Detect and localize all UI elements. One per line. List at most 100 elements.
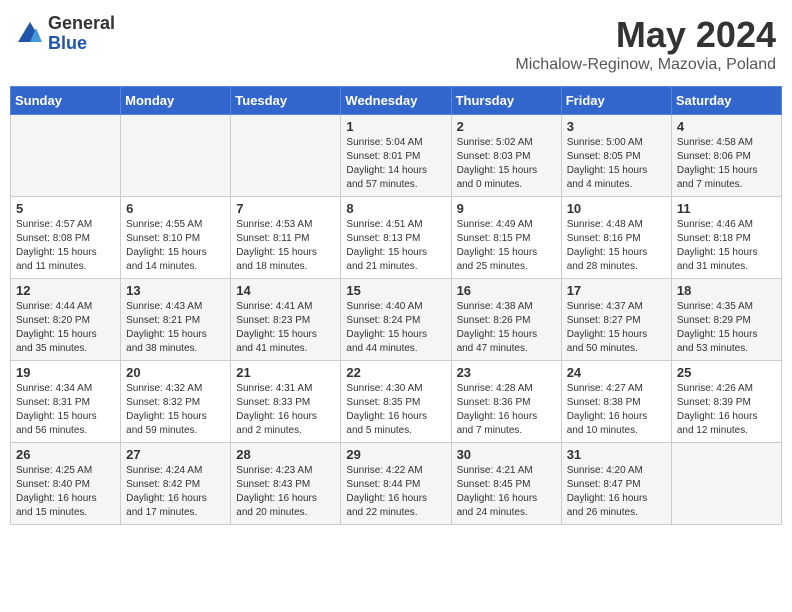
- calendar-cell: 15 Sunrise: 4:40 AM Sunset: 8:24 PM Dayli…: [341, 279, 451, 361]
- calendar-cell: [11, 115, 121, 197]
- calendar-cell: 2Sunrise: 5:02 AM Sunset: 8:03 PM Daylig…: [451, 115, 561, 197]
- day-number: 26: [16, 447, 115, 462]
- day-info: Sunrise: 4:57 AM Sunset: 8:08 PM Dayligh…: [16, 218, 115, 274]
- calendar-week-row: 1Sunrise: 5:04 AM Sunset: 8:01 PM Daylig…: [11, 115, 782, 197]
- calendar-week-row: 5 Sunrise: 4:57 AM Sunset: 8:08 PM Daylig…: [11, 197, 782, 279]
- calendar-cell: 5 Sunrise: 4:57 AM Sunset: 8:08 PM Daylig…: [11, 197, 121, 279]
- day-info: Sunrise: 4:51 AM Sunset: 8:13 PM Dayligh…: [346, 218, 445, 274]
- day-number: 1: [346, 119, 445, 134]
- day-info: Sunrise: 4:26 AM Sunset: 8:39 PM Dayligh…: [677, 382, 776, 438]
- calendar-cell: 31Sunrise: 4:20 AM Sunset: 8:47 PM Dayli…: [561, 443, 671, 525]
- logo-icon: [16, 20, 44, 48]
- day-info: Sunrise: 5:00 AM Sunset: 8:05 PM Dayligh…: [567, 136, 666, 192]
- calendar-cell: 26 Sunrise: 4:25 AM Sunset: 8:40 PM Dayli…: [11, 443, 121, 525]
- header-sunday: Sunday: [11, 87, 121, 115]
- header-monday: Monday: [121, 87, 231, 115]
- calendar-cell: [231, 115, 341, 197]
- calendar-cell: 1Sunrise: 5:04 AM Sunset: 8:01 PM Daylig…: [341, 115, 451, 197]
- day-info: Sunrise: 4:43 AM Sunset: 8:21 PM Dayligh…: [126, 300, 225, 356]
- calendar-cell: 30Sunrise: 4:21 AM Sunset: 8:45 PM Dayli…: [451, 443, 561, 525]
- day-info: Sunrise: 4:48 AM Sunset: 8:16 PM Dayligh…: [567, 218, 666, 274]
- logo-text: General Blue: [48, 14, 115, 54]
- day-number: 29: [346, 447, 445, 462]
- calendar-cell: [121, 115, 231, 197]
- day-info: Sunrise: 4:24 AM Sunset: 8:42 PM Dayligh…: [126, 464, 225, 520]
- calendar-week-row: 12Sunrise: 4:44 AM Sunset: 8:20 PM Dayli…: [11, 279, 782, 361]
- day-number: 5: [16, 201, 115, 216]
- day-number: 23: [457, 365, 556, 380]
- header-friday: Friday: [561, 87, 671, 115]
- day-info: Sunrise: 4:34 AM Sunset: 8:31 PM Dayligh…: [16, 382, 115, 438]
- calendar-cell: 16 Sunrise: 4:38 AM Sunset: 8:26 PM Dayli…: [451, 279, 561, 361]
- header-thursday: Thursday: [451, 87, 561, 115]
- day-number: 16: [457, 283, 556, 298]
- calendar-cell: 9 Sunrise: 4:49 AM Sunset: 8:15 PM Daylig…: [451, 197, 561, 279]
- calendar-cell: 19 Sunrise: 4:34 AM Sunset: 8:31 PM Dayli…: [11, 361, 121, 443]
- day-info: Sunrise: 4:32 AM Sunset: 8:32 PM Dayligh…: [126, 382, 225, 438]
- calendar-cell: 4 Sunrise: 4:58 AM Sunset: 8:06 PM Daylig…: [671, 115, 781, 197]
- day-info: Sunrise: 4:46 AM Sunset: 8:18 PM Dayligh…: [677, 218, 776, 274]
- day-info: Sunrise: 4:23 AM Sunset: 8:43 PM Dayligh…: [236, 464, 335, 520]
- day-number: 14: [236, 283, 335, 298]
- calendar-cell: 14 Sunrise: 4:41 AM Sunset: 8:23 PM Dayli…: [231, 279, 341, 361]
- calendar-cell: 21Sunrise: 4:31 AM Sunset: 8:33 PM Dayli…: [231, 361, 341, 443]
- month-title: May 2024: [515, 14, 776, 56]
- day-info: Sunrise: 4:55 AM Sunset: 8:10 PM Dayligh…: [126, 218, 225, 274]
- day-info: Sunrise: 4:41 AM Sunset: 8:23 PM Dayligh…: [236, 300, 335, 356]
- day-info: Sunrise: 4:35 AM Sunset: 8:29 PM Dayligh…: [677, 300, 776, 356]
- day-number: 20: [126, 365, 225, 380]
- day-number: 27: [126, 447, 225, 462]
- location-subtitle: Michalow-Reginow, Mazovia, Poland: [515, 56, 776, 74]
- day-info: Sunrise: 4:58 AM Sunset: 8:06 PM Dayligh…: [677, 136, 776, 192]
- day-info: Sunrise: 4:40 AM Sunset: 8:24 PM Dayligh…: [346, 300, 445, 356]
- day-number: 24: [567, 365, 666, 380]
- logo: General Blue: [16, 14, 115, 54]
- day-info: Sunrise: 5:02 AM Sunset: 8:03 PM Dayligh…: [457, 136, 556, 192]
- calendar-cell: 12Sunrise: 4:44 AM Sunset: 8:20 PM Dayli…: [11, 279, 121, 361]
- calendar-cell: 8 Sunrise: 4:51 AM Sunset: 8:13 PM Daylig…: [341, 197, 451, 279]
- day-number: 6: [126, 201, 225, 216]
- day-info: Sunrise: 4:38 AM Sunset: 8:26 PM Dayligh…: [457, 300, 556, 356]
- day-info: Sunrise: 4:44 AM Sunset: 8:20 PM Dayligh…: [16, 300, 115, 356]
- calendar-cell: 13 Sunrise: 4:43 AM Sunset: 8:21 PM Dayli…: [121, 279, 231, 361]
- header-tuesday: Tuesday: [231, 87, 341, 115]
- header-saturday: Saturday: [671, 87, 781, 115]
- day-number: 22: [346, 365, 445, 380]
- day-number: 13: [126, 283, 225, 298]
- calendar-cell: 24Sunrise: 4:27 AM Sunset: 8:38 PM Dayli…: [561, 361, 671, 443]
- calendar-cell: 29Sunrise: 4:22 AM Sunset: 8:44 PM Dayli…: [341, 443, 451, 525]
- calendar-cell: 27 Sunrise: 4:24 AM Sunset: 8:42 PM Dayli…: [121, 443, 231, 525]
- day-number: 4: [677, 119, 776, 134]
- day-number: 18: [677, 283, 776, 298]
- page-header: General Blue May 2024 Michalow-Reginow, …: [10, 10, 782, 78]
- day-number: 7: [236, 201, 335, 216]
- day-number: 19: [16, 365, 115, 380]
- day-number: 9: [457, 201, 556, 216]
- logo-blue-text: Blue: [48, 34, 115, 54]
- logo-general-text: General: [48, 14, 115, 34]
- day-info: Sunrise: 4:20 AM Sunset: 8:47 PM Dayligh…: [567, 464, 666, 520]
- day-info: Sunrise: 4:28 AM Sunset: 8:36 PM Dayligh…: [457, 382, 556, 438]
- calendar-cell: 28 Sunrise: 4:23 AM Sunset: 8:43 PM Dayli…: [231, 443, 341, 525]
- calendar-cell: 25 Sunrise: 4:26 AM Sunset: 8:39 PM Dayli…: [671, 361, 781, 443]
- day-number: 25: [677, 365, 776, 380]
- calendar-table: SundayMondayTuesdayWednesdayThursdayFrid…: [10, 86, 782, 525]
- day-info: Sunrise: 4:49 AM Sunset: 8:15 PM Dayligh…: [457, 218, 556, 274]
- calendar-cell: 3Sunrise: 5:00 AM Sunset: 8:05 PM Daylig…: [561, 115, 671, 197]
- day-info: Sunrise: 4:25 AM Sunset: 8:40 PM Dayligh…: [16, 464, 115, 520]
- calendar-cell: 23 Sunrise: 4:28 AM Sunset: 8:36 PM Dayli…: [451, 361, 561, 443]
- day-number: 15: [346, 283, 445, 298]
- calendar-cell: 18 Sunrise: 4:35 AM Sunset: 8:29 PM Dayli…: [671, 279, 781, 361]
- calendar-week-row: 19 Sunrise: 4:34 AM Sunset: 8:31 PM Dayli…: [11, 361, 782, 443]
- day-number: 28: [236, 447, 335, 462]
- calendar-cell: 22 Sunrise: 4:30 AM Sunset: 8:35 PM Dayli…: [341, 361, 451, 443]
- day-number: 8: [346, 201, 445, 216]
- day-info: Sunrise: 4:30 AM Sunset: 8:35 PM Dayligh…: [346, 382, 445, 438]
- calendar-cell: [671, 443, 781, 525]
- day-info: Sunrise: 4:37 AM Sunset: 8:27 PM Dayligh…: [567, 300, 666, 356]
- calendar-cell: 11Sunrise: 4:46 AM Sunset: 8:18 PM Dayli…: [671, 197, 781, 279]
- header-wednesday: Wednesday: [341, 87, 451, 115]
- calendar-cell: 6 Sunrise: 4:55 AM Sunset: 8:10 PM Daylig…: [121, 197, 231, 279]
- day-info: Sunrise: 4:31 AM Sunset: 8:33 PM Dayligh…: [236, 382, 335, 438]
- day-info: Sunrise: 4:53 AM Sunset: 8:11 PM Dayligh…: [236, 218, 335, 274]
